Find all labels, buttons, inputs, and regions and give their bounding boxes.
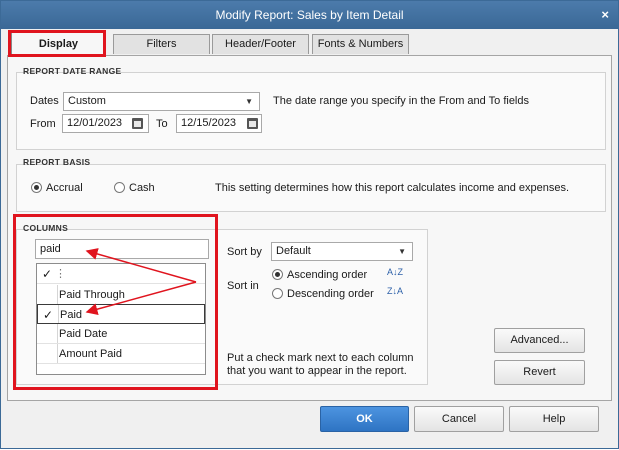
tab-header-footer[interactable]: Header/Footer — [212, 34, 309, 54]
report-basis-title: REPORT BASIS — [23, 157, 91, 167]
tab-fonts-numbers-label: Fonts & Numbers — [317, 38, 404, 50]
date-range-title: REPORT DATE RANGE — [23, 66, 122, 76]
help-button[interactable]: Help — [509, 406, 599, 432]
columns-hint: Put a check mark next to each column tha… — [227, 352, 414, 377]
descending-label: Descending order — [287, 288, 374, 300]
accrual-label: Accrual — [46, 182, 83, 194]
report-basis-hint: This setting determines how this report … — [215, 182, 570, 194]
sort-ascending-icon: A↓Z — [387, 267, 404, 277]
descending-radio[interactable] — [272, 288, 283, 299]
sort-by-select[interactable]: Default ▼ — [271, 242, 413, 261]
dates-value: Custom — [68, 95, 106, 107]
chevron-down-icon: ▼ — [245, 97, 253, 106]
cash-radio[interactable] — [114, 182, 125, 193]
sort-in-label: Sort in — [227, 280, 259, 292]
tab-filters-label: Filters — [146, 38, 177, 50]
calendar-icon[interactable] — [247, 118, 258, 129]
tab-header-footer-label: Header/Footer — [225, 38, 296, 50]
dates-label: Dates — [30, 95, 59, 107]
to-label: To — [156, 118, 168, 130]
annotation-box-display-tab — [8, 30, 106, 57]
sort-by-label: Sort by — [227, 246, 262, 258]
tab-filters[interactable]: Filters — [113, 34, 210, 54]
dates-hint: The date range you specify in the From a… — [273, 95, 529, 107]
ok-button[interactable]: OK — [320, 406, 409, 432]
advanced-button[interactable]: Advanced... — [494, 328, 585, 353]
to-date-value: 12/15/2023 — [181, 117, 237, 129]
date-range-group — [16, 72, 606, 150]
ascending-label: Ascending order — [287, 269, 368, 281]
sort-by-value: Default — [276, 245, 311, 257]
cancel-button[interactable]: Cancel — [414, 406, 504, 432]
from-label: From — [30, 118, 56, 130]
revert-button[interactable]: Revert — [494, 360, 585, 385]
cash-label: Cash — [129, 182, 155, 194]
annotation-box-columns — [13, 214, 218, 390]
title-bar: Modify Report: Sales by Item Detail × — [1, 1, 618, 29]
dates-select[interactable]: Custom ▼ — [63, 92, 260, 111]
close-icon[interactable]: × — [601, 1, 609, 29]
sort-descending-icon: Z↓A — [387, 286, 404, 296]
calendar-icon[interactable] — [132, 118, 143, 129]
tab-fonts-numbers[interactable]: Fonts & Numbers — [312, 34, 409, 54]
accrual-radio[interactable] — [31, 182, 42, 193]
chevron-down-icon: ▼ — [398, 247, 406, 256]
modify-report-dialog: Modify Report: Sales by Item Detail × Di… — [0, 0, 619, 449]
from-date-value: 12/01/2023 — [67, 117, 123, 129]
ascending-radio[interactable] — [272, 269, 283, 280]
window-title: Modify Report: Sales by Item Detail — [215, 8, 404, 22]
